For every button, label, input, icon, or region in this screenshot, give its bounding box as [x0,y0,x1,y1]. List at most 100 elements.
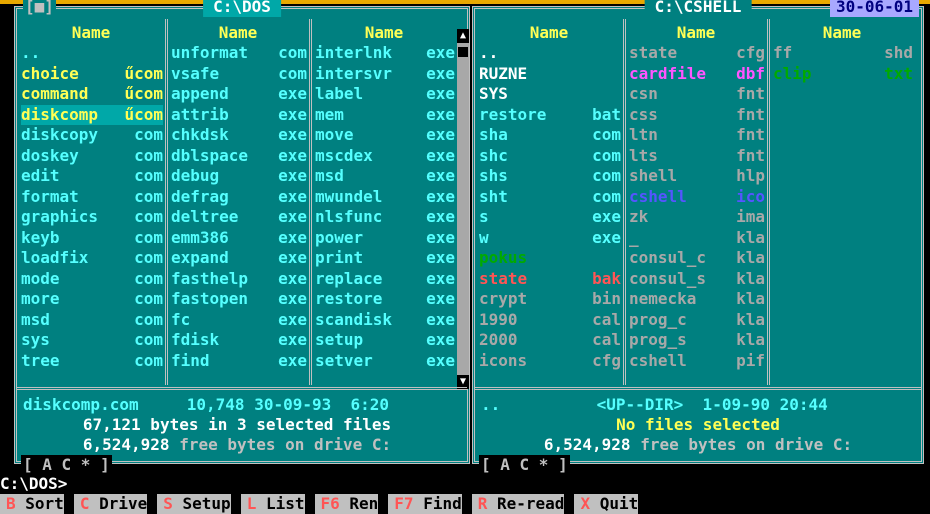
file-entry[interactable]: tree com [21,351,163,371]
file-entry[interactable]: sha com [479,125,621,145]
file-entry[interactable]: mwundel exe [315,187,455,207]
scroll-up-arrow-icon[interactable]: ▲ [457,29,469,43]
file-entry[interactable]: cshell pif [629,351,765,371]
file-entry[interactable]: edit com [21,166,163,186]
file-entry[interactable]: diskcomp űcom [21,104,163,125]
left-scrollbar[interactable]: ▲ ▼ [457,29,469,389]
file-entry[interactable]: mem exe [315,105,455,125]
file-entry[interactable]: expand exe [171,248,307,268]
file-entry[interactable]: msd com [21,310,163,330]
key-ren-button[interactable]: F6 Ren [314,494,379,514]
file-entry[interactable]: consul_s kla [629,269,765,289]
file-entry[interactable]: print exe [315,248,455,268]
file-entry[interactable]: 1990 cal [479,310,621,330]
file-entry[interactable]: setup exe [315,330,455,350]
file-entry[interactable]: sys com [21,330,163,350]
key-drive-button[interactable]: C Drive [73,494,148,514]
column-header-name[interactable]: Name [769,23,915,43]
file-entry[interactable]: command űcom [21,84,163,104]
key-quit-button[interactable]: X Quit [574,494,639,514]
file-entry[interactable]: setver exe [315,351,455,371]
file-entry[interactable]: nemecka kla [629,289,765,309]
file-entry[interactable]: fasthelp exe [171,269,307,289]
file-entry[interactable]: diskcopy com [21,125,163,145]
file-entry[interactable]: restore exe [315,289,455,309]
file-entry[interactable]: css fnt [629,105,765,125]
file-entry[interactable]: unformat com [171,43,307,63]
file-entry[interactable]: msd exe [315,166,455,186]
file-entry[interactable]: deltree exe [171,207,307,227]
command-prompt[interactable]: C:\DOS> [0,474,930,494]
file-entry[interactable]: scandisk exe [315,310,455,330]
file-entry[interactable]: find exe [171,351,307,371]
file-entry[interactable]: state bak [479,269,621,289]
key-setup-button[interactable]: S Setup [157,494,231,514]
column-header-name[interactable]: Name [311,23,457,43]
file-entry[interactable]: fc exe [171,310,307,330]
column-header-name[interactable]: Name [475,23,623,43]
file-entry[interactable]: mode com [21,269,163,289]
file-entry[interactable]: debug exe [171,166,307,186]
file-entry[interactable]: prog_s kla [629,330,765,350]
file-entry[interactable]: icons cfg [479,351,621,371]
file-entry[interactable]: label exe [315,84,455,104]
column-header-name[interactable]: Name [17,23,165,43]
file-entry[interactable]: choice űcom [21,64,163,84]
column-header-name[interactable]: Name [167,23,309,43]
scroll-thumb[interactable] [458,47,468,57]
file-entry[interactable]: loadfix com [21,248,163,268]
file-entry[interactable]: fdisk exe [171,330,307,350]
file-entry[interactable]: shell hlp [629,166,765,186]
file-entry[interactable]: graphics com [21,207,163,227]
key-list-button[interactable]: L List [240,494,305,514]
key-sort-button[interactable]: B Sort [0,494,64,514]
left-file-panel[interactable]: [■] C:\DOS Name Name Name .. choice űcom co… [14,0,470,475]
file-entry[interactable]: keyb com [21,228,163,248]
drive-selector[interactable]: [ A C * ] [479,455,570,475]
file-entry[interactable]: cardfile dbf [629,64,765,84]
file-entry[interactable]: _ kla [629,228,765,248]
file-entry[interactable]: vsafe com [171,64,307,84]
key-find-button[interactable]: F7 Find [388,494,462,514]
file-entry[interactable]: s exe [479,207,621,227]
file-entry[interactable]: zk ima [629,207,765,227]
file-entry[interactable]: pokus [479,248,621,268]
file-entry[interactable]: attrib exe [171,105,307,125]
file-entry[interactable]: interlnk exe [315,43,455,63]
file-entry[interactable]: cshell ico [629,187,765,207]
file-entry[interactable]: w exe [479,228,621,248]
file-entry[interactable]: state cfg [629,43,765,63]
file-entry[interactable]: replace exe [315,269,455,289]
file-entry[interactable]: prog_c kla [629,310,765,330]
file-entry[interactable]: emm386 exe [171,228,307,248]
file-entry[interactable]: move exe [315,125,455,145]
file-entry[interactable]: sht com [479,187,621,207]
file-entry[interactable]: clip txt [773,64,913,84]
file-entry[interactable]: restore bat [479,105,621,125]
file-entry[interactable]: crypt bin [479,289,621,309]
file-entry[interactable]: ff shd [773,43,913,63]
file-entry[interactable]: append exe [171,84,307,104]
file-entry[interactable]: format com [21,187,163,207]
file-entry[interactable]: intersvr exe [315,64,455,84]
drive-selector[interactable]: [ A C * ] [21,455,112,475]
file-entry[interactable]: .. [21,43,163,63]
file-entry[interactable]: nlsfunc exe [315,207,455,227]
file-entry[interactable]: mscdex exe [315,146,455,166]
file-entry[interactable]: chkdsk exe [171,125,307,145]
file-entry[interactable]: csn fnt [629,84,765,104]
column-header-name[interactable]: Name [625,23,767,43]
right-file-panel[interactable]: C:\CSHELL 30-06-01 Name Name Name .. RUZN… [472,0,924,475]
file-entry[interactable]: shc com [479,146,621,166]
file-entry[interactable]: doskey com [21,146,163,166]
key-reread-button[interactable]: R Re-read [471,494,565,514]
file-entry[interactable]: consul_c kla [629,248,765,268]
file-entry[interactable]: defrag exe [171,187,307,207]
file-entry[interactable]: lts fnt [629,146,765,166]
file-entry[interactable]: SYS [479,84,621,104]
file-entry[interactable]: RUZNE [479,64,621,84]
file-entry[interactable]: 2000 cal [479,330,621,350]
file-entry[interactable]: ltn fnt [629,125,765,145]
file-entry[interactable]: power exe [315,228,455,248]
file-entry[interactable]: more com [21,289,163,309]
